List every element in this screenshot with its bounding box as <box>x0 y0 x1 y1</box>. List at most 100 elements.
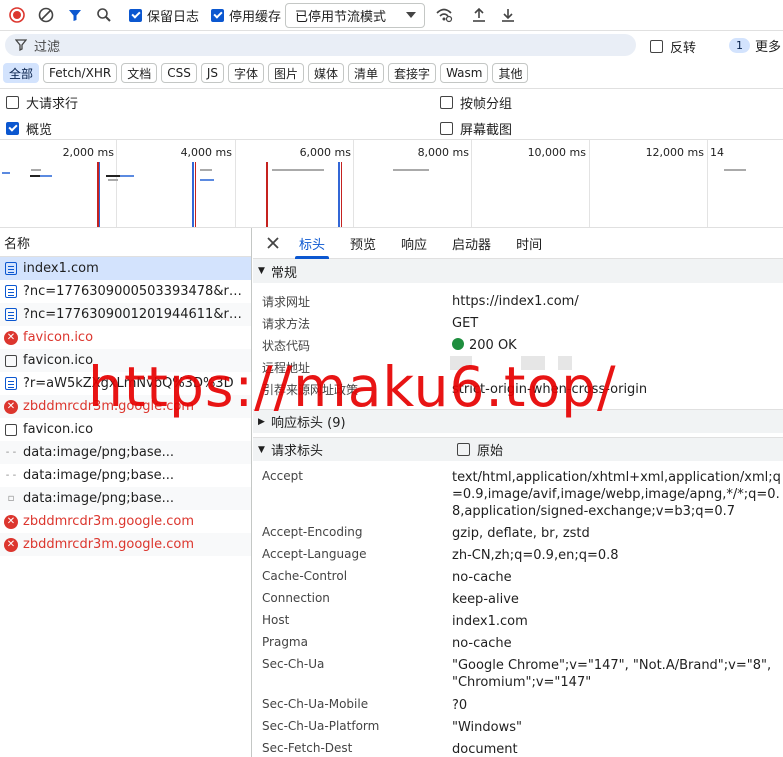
request-name: favicon.ico <box>23 353 94 368</box>
general-value[interactable]: GET <box>452 315 783 337</box>
filter-icon[interactable] <box>64 4 86 26</box>
raw-headers-check-icon[interactable] <box>457 443 470 456</box>
clear-icon[interactable] <box>35 4 57 26</box>
tab-response[interactable]: 响应 <box>401 228 427 259</box>
type-filter-chip[interactable]: 清单 <box>348 63 385 83</box>
record-stop-icon[interactable] <box>6 4 28 26</box>
type-filter-chip[interactable]: 其他 <box>492 63 529 83</box>
group-by-frame-checkbox[interactable]: 按帧分组 <box>440 93 512 112</box>
load-marker <box>266 162 268 227</box>
big-rows-checkbox[interactable]: 大请求行 <box>6 93 78 112</box>
header-value[interactable]: keep-alive <box>452 591 783 613</box>
filter-input[interactable]: 过滤 <box>5 34 636 56</box>
header-value[interactable]: "Google Chrome";v="147", "Not.A/Brand";v… <box>452 657 783 697</box>
request-header-row: Host index1.com <box>253 613 783 635</box>
overview-bar <box>120 175 134 177</box>
group-by-frame-check-icon[interactable] <box>440 96 453 109</box>
screenshots-checkbox[interactable]: 屏幕截图 <box>440 119 512 138</box>
general-value[interactable]: 200 OK <box>452 337 783 359</box>
request-row[interactable]: ✕ zbddmrcdr3m.google.com <box>0 510 251 533</box>
header-value[interactable]: "Windows" <box>452 719 783 741</box>
type-filter-chip[interactable]: JS <box>200 63 224 83</box>
request-row[interactable]: favicon.ico <box>0 349 251 372</box>
request-headers-section: Accept text/html,application/xhtml+xml,ap… <box>253 461 783 757</box>
screenshots-check-icon[interactable] <box>440 122 453 135</box>
name-column-header[interactable]: 名称 <box>0 228 251 257</box>
header-value[interactable]: gzip, deflate, br, zstd <box>452 525 783 547</box>
close-details-icon[interactable] <box>267 228 279 259</box>
dcl-marker <box>192 162 194 227</box>
disable-cache-checkbox[interactable]: 停用缓存 <box>211 6 281 25</box>
header-value[interactable]: no-cache <box>452 635 783 657</box>
general-value[interactable] <box>452 359 783 381</box>
issues-counter[interactable]: 1 更多 <box>729 36 781 55</box>
redacted-remote-address <box>521 356 545 370</box>
type-filter-chip[interactable]: 图片 <box>268 63 305 83</box>
throttle-select[interactable]: 已停用节流模式 <box>285 2 426 28</box>
type-filter-chip[interactable]: 套接字 <box>388 63 437 83</box>
search-icon[interactable] <box>93 4 115 26</box>
disable-cache-check-icon[interactable] <box>211 8 225 22</box>
header-name: Pragma <box>262 635 308 649</box>
request-name: zbddmrcdr3m.google.com <box>23 399 195 414</box>
big-rows-check-icon[interactable] <box>6 96 19 109</box>
request-row[interactable]: ▫ data:image/png;base... <box>0 487 251 510</box>
document-icon <box>5 262 17 275</box>
request-type-filters: 全部 Fetch/XHR 文档 CSS JS 字体 图片 媒体 清单 套接字 Wasm 其他 <box>0 61 783 85</box>
type-filter-chip[interactable]: 全部 <box>3 63 40 83</box>
import-har-icon[interactable] <box>468 4 490 26</box>
type-filter-chip[interactable]: Wasm <box>440 63 489 83</box>
request-row[interactable]: favicon.ico <box>0 418 251 441</box>
type-filter-chip[interactable]: 媒体 <box>308 63 345 83</box>
general-value[interactable]: strict-origin-when-cross-origin <box>452 381 783 403</box>
error-icon: ✕ <box>4 537 18 552</box>
response-headers-section-header[interactable]: ▶ 响应标头 (9) <box>253 409 783 433</box>
request-row[interactable]: ✕ favicon.ico <box>0 326 251 349</box>
request-row[interactable]: ?nc=1776309000503393478&r=a... <box>0 280 251 303</box>
request-row[interactable]: - - data:image/png;base... <box>0 464 251 487</box>
general-section-header[interactable]: ▼ 常规 <box>253 259 783 283</box>
tab-timing[interactable]: 时间 <box>516 228 542 259</box>
request-list: 名称 index1.com ?nc=1776309000503393478&r=a… <box>0 228 252 757</box>
preserve-log-checkbox[interactable]: 保留日志 <box>129 6 199 25</box>
tab-preview[interactable]: 预览 <box>350 228 376 259</box>
type-filter-chip[interactable]: Fetch/XHR <box>43 63 118 83</box>
request-row[interactable]: ✕ zbddmrcdr3m.google.com <box>0 395 251 418</box>
header-value[interactable]: text/html,application/xhtml+xml,applicat… <box>452 469 783 525</box>
tick-label: 12,000 ms <box>645 146 704 159</box>
invert-checkbox[interactable]: 反转 <box>650 37 696 56</box>
overview-checkbox[interactable]: 概览 <box>6 119 52 138</box>
request-row[interactable]: - - data:image/png;base... <box>0 441 251 464</box>
request-name: ?r=aW5kZXgxLmNvbQ%3D%3D <box>23 376 234 391</box>
request-row[interactable]: ?r=aW5kZXgxLmNvbQ%3D%3D <box>0 372 251 395</box>
network-conditions-icon[interactable] <box>433 4 455 26</box>
overview-bar <box>30 175 40 177</box>
header-value[interactable]: document <box>452 741 783 757</box>
grid-line <box>707 140 708 227</box>
request-row[interactable]: index1.com <box>0 257 251 280</box>
tab-initiator[interactable]: 启动器 <box>452 228 491 259</box>
header-value[interactable]: zh-CN,zh;q=0.9,en;q=0.8 <box>452 547 783 569</box>
invert-check-icon[interactable] <box>650 40 663 53</box>
type-filter-chip[interactable]: CSS <box>161 63 197 83</box>
request-row[interactable]: ✕ zbddmrcdr3m.google.com <box>0 533 251 556</box>
type-filter-chip[interactable]: 字体 <box>227 63 264 83</box>
general-key: 请求网址 <box>262 295 311 309</box>
header-value[interactable]: no-cache <box>452 569 783 591</box>
request-header-row: Accept text/html,application/xhtml+xml,ap… <box>253 469 783 525</box>
filter-bar: 过滤 反转 1 更多 <box>0 31 783 59</box>
request-row[interactable]: ?nc=1776309001201944611&r=a... <box>0 303 251 326</box>
request-headers-section-header[interactable]: ▼ 请求标头 原始 <box>253 437 783 461</box>
timeline-overview[interactable]: 2,000 ms 4,000 ms 6,000 ms 8,000 ms 10,0… <box>0 139 783 228</box>
header-value[interactable]: index1.com <box>452 613 783 635</box>
type-filter-chip[interactable]: 文档 <box>121 63 158 83</box>
tab-headers[interactable]: 标头 <box>294 228 330 259</box>
export-har-icon[interactable] <box>497 4 519 26</box>
document-icon <box>5 285 17 298</box>
preserve-log-check-icon[interactable] <box>129 8 142 22</box>
overview-check-icon[interactable] <box>6 122 19 135</box>
grid-line <box>116 140 117 227</box>
header-value[interactable]: ?0 <box>452 697 783 719</box>
general-value[interactable]: https://index1.com/ <box>452 293 783 315</box>
request-name: zbddmrcdr3m.google.com <box>23 514 195 529</box>
